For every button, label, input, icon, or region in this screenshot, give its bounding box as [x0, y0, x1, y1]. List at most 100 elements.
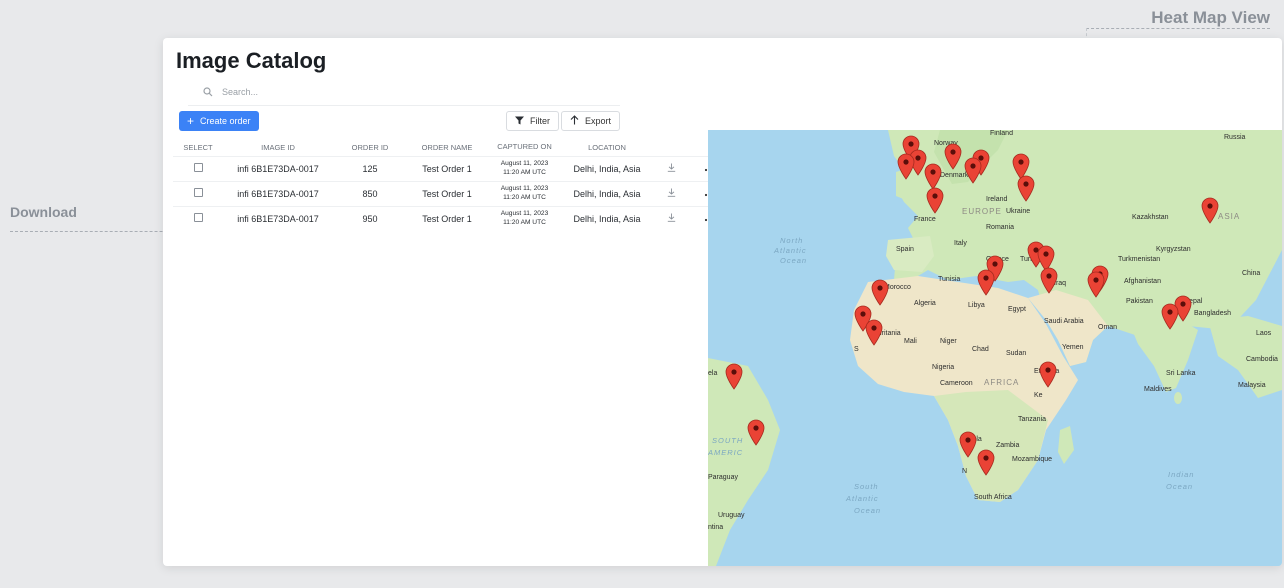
map-label-europe: EUROPE: [962, 207, 1002, 216]
download-icon: [667, 163, 675, 172]
map-pin-icon[interactable]: [871, 279, 889, 306]
map-label-asia: ASIA: [1218, 212, 1241, 221]
map-label-malaysia: Malaysia: [1238, 382, 1266, 389]
map-label-finland: Finland: [990, 130, 1013, 137]
download-button[interactable]: [652, 155, 690, 181]
row-checkbox[interactable]: [193, 163, 203, 172]
map-label-laos: Laos: [1256, 330, 1272, 337]
download-callout: Download: [10, 204, 77, 220]
map-label-uruguay: Uruguay: [718, 512, 745, 519]
map-pin-icon[interactable]: [1087, 271, 1105, 298]
table-row[interactable]: infi 6B1E73DA-0017 950 Test Order 1 Augu…: [173, 205, 730, 231]
row-select-cell: [173, 155, 223, 181]
map-label-yemen: Yemen: [1062, 344, 1084, 351]
map-pin-icon[interactable]: [977, 449, 995, 476]
column-header-order-name[interactable]: ORDER NAME: [407, 139, 487, 156]
map-label-south-africa: South Africa: [974, 494, 1012, 501]
map-label-romania: Romania: [986, 224, 1015, 231]
search-input[interactable]: [222, 86, 602, 97]
map-label-namibia: N: [962, 468, 968, 475]
map-label-south-atlantic-1: South: [854, 482, 879, 491]
export-label: Export: [585, 116, 612, 126]
map-label-atlantic: Atlantic: [774, 246, 807, 255]
row-checkbox[interactable]: [193, 213, 203, 223]
create-order-button[interactable]: + Create order: [179, 111, 259, 131]
map-pin-icon[interactable]: [977, 269, 995, 296]
map-pin-icon[interactable]: [747, 419, 765, 446]
image-table: SELECT IMAGE ID ORDER ID ORDER NAME CAPT…: [173, 139, 730, 231]
map-pin-icon[interactable]: [964, 157, 982, 184]
download-icon: [667, 188, 675, 197]
map-pin-icon[interactable]: [1040, 267, 1058, 294]
map-label-south: SOUTH: [712, 436, 744, 445]
order-name-cell: Test Order 1: [407, 205, 487, 231]
map-pin-icon[interactable]: [865, 319, 883, 346]
map-label-france: France: [914, 216, 936, 223]
download-button[interactable]: [652, 205, 690, 231]
map-label-america: AMERIC: [708, 448, 744, 457]
search-icon: [198, 82, 218, 102]
table-header-row: SELECT IMAGE ID ORDER ID ORDER NAME CAPT…: [173, 139, 730, 156]
map-pin-icon[interactable]: [1201, 197, 1219, 224]
map-pin-icon[interactable]: [1039, 361, 1057, 388]
order-id-cell: 950: [333, 205, 407, 231]
map-pin-icon[interactable]: [897, 153, 915, 180]
map-pin-icon[interactable]: [924, 163, 942, 190]
map-pin-icon[interactable]: [926, 187, 944, 214]
map-label-cambodia: Cambodia: [1246, 356, 1278, 363]
map-label-sudan: Sudan: [1006, 350, 1027, 357]
order-name-cell: Test Order 1: [407, 155, 487, 181]
location-cell: Delhi, India, Asia: [562, 205, 652, 231]
map-label-indian-ocean: Ocean: [1166, 482, 1194, 491]
column-header-image-id[interactable]: IMAGE ID: [223, 139, 333, 156]
captured-time: 11:20 AM UTC: [503, 193, 546, 201]
map-pin-icon[interactable]: [1161, 303, 1179, 330]
map-label-niger: Niger: [940, 338, 957, 345]
map-label-bangladesh: Bangladesh: [1194, 310, 1231, 317]
column-header-location[interactable]: LOCATION: [562, 139, 652, 156]
image-catalog-panel: Image Catalog + Create order Filter Expo…: [163, 38, 1282, 566]
map-label-south-atlantic-2: Atlantic: [846, 494, 879, 503]
table-row[interactable]: infi 6B1E73DA-0017 125 Test Order 1 Augu…: [173, 155, 730, 181]
map-pin-icon[interactable]: [725, 363, 743, 390]
page-title: Image Catalog: [176, 48, 327, 73]
map-pin-icon[interactable]: [1017, 175, 1035, 202]
column-header-order-id[interactable]: ORDER ID: [333, 139, 407, 156]
download-icon: [667, 213, 675, 222]
location-cell: Delhi, India, Asia: [562, 180, 652, 206]
captured-time: 11:20 AM UTC: [503, 218, 546, 226]
map-label-algeria: Algeria: [914, 300, 936, 307]
map-pin-icon[interactable]: [944, 143, 962, 170]
map-label-senegal: S: [854, 346, 859, 353]
download-button[interactable]: [652, 180, 690, 206]
search-bar[interactable]: [188, 78, 620, 106]
map-label-saudi-arabia: Saudi Arabia: [1044, 318, 1084, 325]
map-label-spain: Spain: [896, 246, 914, 253]
map-label-libya: Libya: [968, 302, 985, 309]
arrow-up-icon: [570, 115, 579, 127]
column-header-captured-on[interactable]: CAPTURED ON: [487, 139, 562, 156]
order-id-cell: 850: [333, 180, 407, 206]
map-label-china: China: [1242, 270, 1261, 277]
export-button[interactable]: Export: [561, 111, 621, 131]
column-header-select[interactable]: SELECT: [173, 139, 223, 156]
map-label-pakistan: Pakistan: [1126, 298, 1153, 305]
table-row[interactable]: infi 6B1E73DA-0017 850 Test Order 1 Augu…: [173, 180, 730, 206]
filter-button[interactable]: Filter: [506, 111, 559, 131]
row-select-cell: [173, 205, 223, 231]
heat-map-callout-line: [1086, 28, 1270, 29]
map-label-egypt: Egypt: [1008, 306, 1026, 313]
image-id-cell: infi 6B1E73DA-0017: [223, 155, 333, 181]
column-header-download: [652, 139, 690, 156]
captured-date: August 11, 2023: [500, 159, 549, 167]
map-label-russia: Russia: [1224, 134, 1246, 141]
map-pin-icon[interactable]: [959, 431, 977, 458]
row-select-cell: [173, 180, 223, 206]
captured-date: August 11, 2023: [500, 184, 549, 192]
map-label-chad: Chad: [972, 346, 989, 353]
captured-date: August 11, 2023: [500, 210, 549, 218]
heat-map[interactable]: Finland Russia Norway Denmark Ireland EU…: [708, 130, 1282, 566]
row-checkbox[interactable]: [193, 188, 203, 197]
map-label-tunisia: Tunisia: [938, 276, 961, 283]
map-label-africa: AFRICA: [984, 378, 1020, 387]
